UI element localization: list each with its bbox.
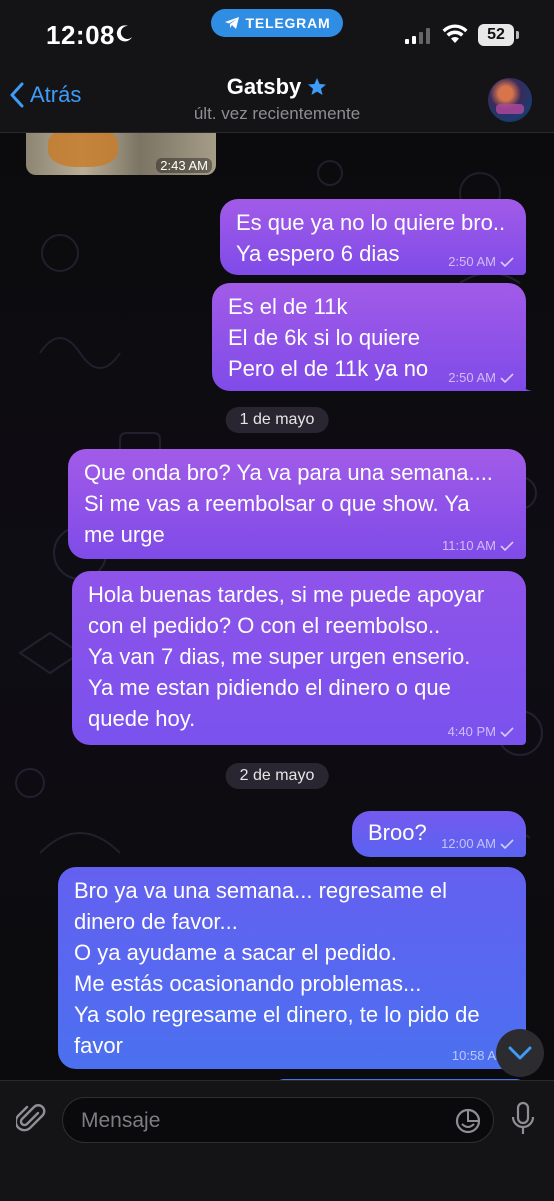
telegram-icon [224, 17, 239, 29]
message-bubble-outgoing[interactable]: Que onda bro? Ya va para una semana.... … [68, 449, 526, 559]
check-icon [500, 257, 514, 267]
message-time: 2:50 AM [448, 254, 496, 269]
moon-icon [116, 25, 132, 42]
chat-title-area[interactable]: Gatsby últ. vez recientemente [0, 74, 554, 124]
message-meta: 11:10 AM [442, 539, 514, 553]
message-line: Bro ya va una semana... regresame el [74, 878, 447, 903]
chat-header: Atrás Gatsby últ. vez recientemente [0, 64, 554, 133]
message-line: dinero de favor... [74, 909, 238, 934]
message-time: 4:40 PM [447, 724, 496, 739]
message-meta: 12:00 AM [441, 837, 514, 851]
message-line: Si me vas a reembolsar o que show. Ya [84, 491, 470, 516]
chat-title: Gatsby [226, 74, 302, 99]
message-bubble-outgoing[interactable]: Broo? 12:00 AM [352, 811, 526, 857]
message-time: 11:10 AM [442, 538, 496, 553]
message-line: El de 6k si lo quiere [228, 325, 420, 350]
composer-bar [0, 1080, 554, 1201]
status-time: 12:08 [46, 20, 115, 50]
signal-icon [405, 28, 430, 44]
check-icon [500, 839, 514, 849]
message-line: favor [74, 1033, 123, 1058]
telegram-pill-label: TELEGRAM [245, 15, 331, 31]
message-line: con el pedido? O con el reembolso.. [88, 613, 441, 638]
check-icon [500, 373, 514, 383]
message-bubble-outgoing[interactable]: Es que ya no lo quiere bro.. Ya espero 6… [220, 199, 526, 275]
chevron-down-icon [508, 1046, 532, 1060]
check-icon [500, 727, 514, 737]
message-line: Ya van 7 dias, me super urgen enserio. [88, 644, 471, 669]
bubble-tail [520, 375, 534, 391]
message-time: 12:00 AM [441, 836, 496, 851]
chat-area[interactable]: 2:43 AM Es que ya no lo quiere bro.. Ya … [0, 133, 554, 1080]
telegram-pill[interactable]: TELEGRAM [211, 9, 343, 37]
chat-subtitle: últ. vez recientemente [193, 104, 361, 123]
battery-nub [516, 31, 519, 39]
message-line: Ya solo regresame el dinero, te lo pido … [74, 1002, 480, 1027]
status-bar: 12:08 TELEGRAM 52 [0, 0, 554, 64]
message-time: 10:58 A [451, 1048, 496, 1063]
photo-message[interactable]: 2:43 AM [26, 133, 216, 175]
date-separator: 1 de mayo [225, 407, 329, 433]
message-input[interactable] [79, 1098, 443, 1144]
message-meta: 4:40 PM [448, 725, 514, 739]
message-line: Ya me estan pidiendo el dinero o que [88, 675, 451, 700]
avatar[interactable] [488, 78, 532, 122]
battery-indicator: 52 [478, 24, 514, 46]
message-line: Es el de 11k [228, 294, 348, 319]
message-line: Me estás ocasionando problemas... [74, 971, 422, 996]
message-meta: 2:50 AM [448, 255, 514, 269]
message-line: O ya ayudame a sacar el pedido. [74, 940, 397, 965]
message-line: Es que ya no lo quiere bro.. [236, 210, 506, 235]
wifi-icon [442, 24, 468, 43]
message-line: Que onda bro? Ya va para una semana.... [84, 460, 493, 485]
paperclip-icon[interactable] [16, 1103, 46, 1135]
photo-time: 2:43 AM [156, 158, 212, 173]
message-bubble-outgoing[interactable]: Es el de 11k El de 6k si lo quiere Pero … [212, 283, 534, 391]
message-time: 2:50 AM [448, 370, 496, 385]
photo-content [48, 133, 118, 167]
message-bubble-outgoing[interactable]: Bro ya va una semana... regresame el din… [58, 867, 526, 1069]
message-bubble-outgoing[interactable]: Hola buenas tardes, si me puede apoyar c… [72, 571, 526, 745]
date-separator: 2 de mayo [225, 763, 329, 789]
sticker-icon[interactable] [455, 1108, 481, 1134]
scroll-down-button[interactable] [496, 1029, 544, 1077]
message-meta: 2:50 AM [448, 371, 514, 385]
message-meta: 10:58 A [452, 1049, 496, 1063]
message-line: Hola buenas tardes, si me puede apoyar [88, 582, 485, 607]
message-field[interactable] [62, 1097, 494, 1144]
microphone-icon[interactable] [510, 1101, 536, 1137]
check-icon [500, 541, 514, 551]
star-icon [308, 78, 327, 95]
